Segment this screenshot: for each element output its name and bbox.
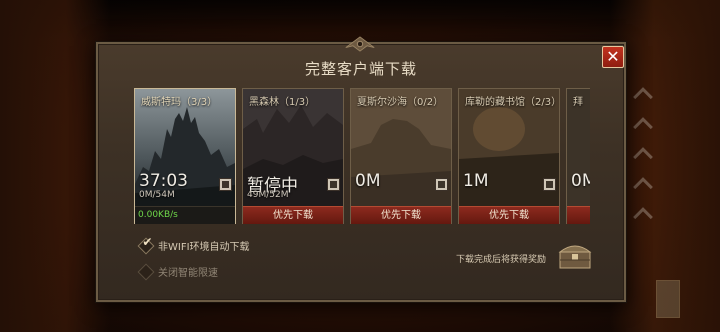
download-speed-bar: 0.00KB/s [135,206,235,224]
map-icon[interactable] [219,178,232,191]
download-size: 0M/54M [139,190,175,200]
close-button[interactable]: ✕ [602,46,624,68]
region-card-sand-sea[interactable]: 夏斯尔沙海（0/2） 0M 优先下载 [350,88,452,224]
panel-ornament-icon [344,34,376,52]
priority-download-button[interactable] [567,206,590,224]
region-card-westmarch[interactable]: 威斯特玛（3/3） 37:03 0M/54M 0.00KB/s [134,88,236,224]
download-size: 1M [463,171,489,191]
checkbox[interactable]: ✔ [137,234,155,254]
region-name: 黑森林（1/3） [249,97,316,108]
download-panel: 完整客户端下载 ✕ 威斯特玛（3/3） 37:03 0M/54M 0.00KB/… [96,36,626,302]
background-card [656,280,680,318]
option-label: 非WIFI环境自动下载 [158,242,250,253]
region-name: 威斯特玛（3/3） [141,97,218,108]
panel-title: 完整客户端下载 [304,60,417,78]
checkmark-icon: ✔ [142,234,153,249]
download-size: 0M [355,171,381,191]
download-size: 0M [571,171,590,191]
download-size: 49M/52M [247,190,289,200]
background-left-fire [0,0,110,332]
map-icon[interactable] [327,178,340,191]
region-name: 库勒的藏书馆（2/3） [465,97,562,108]
disable-smart-limit-option[interactable]: 关闭智能限速 [137,263,218,280]
treasure-chest-icon[interactable] [558,242,592,270]
priority-download-button[interactable]: 优先下载 [243,206,343,224]
region-card-library[interactable]: 库勒的藏书馆（2/3） 1M 优先下载 [458,88,562,224]
region-card-partial[interactable]: 拜 0M [566,88,590,224]
map-icon[interactable] [435,178,448,191]
option-label: 关闭智能限速 [158,268,218,279]
region-card-list: 威斯特玛（3/3） 37:03 0M/54M 0.00KB/s 黑森林（1/3）… [134,88,590,228]
priority-download-button[interactable]: 优先下载 [351,206,451,224]
auto-download-non-wifi-option[interactable]: ✔ 非WIFI环境自动下载 [137,234,250,254]
download-time-remaining: 37:03 [139,171,188,191]
reward-text: 下载完成后将获得奖励 [456,255,547,265]
priority-download-button[interactable]: 优先下载 [459,206,559,224]
map-icon[interactable] [543,178,556,191]
region-card-dark-forest[interactable]: 黑森林（1/3） 暂停中 49M/52M 优先下载 [242,88,344,224]
region-name: 拜 [573,97,583,108]
background-chevrons [633,87,656,240]
checkbox[interactable] [137,263,155,280]
download-speed: 0.00KB/s [138,210,178,220]
region-name: 夏斯尔沙海（0/2） [357,97,444,108]
